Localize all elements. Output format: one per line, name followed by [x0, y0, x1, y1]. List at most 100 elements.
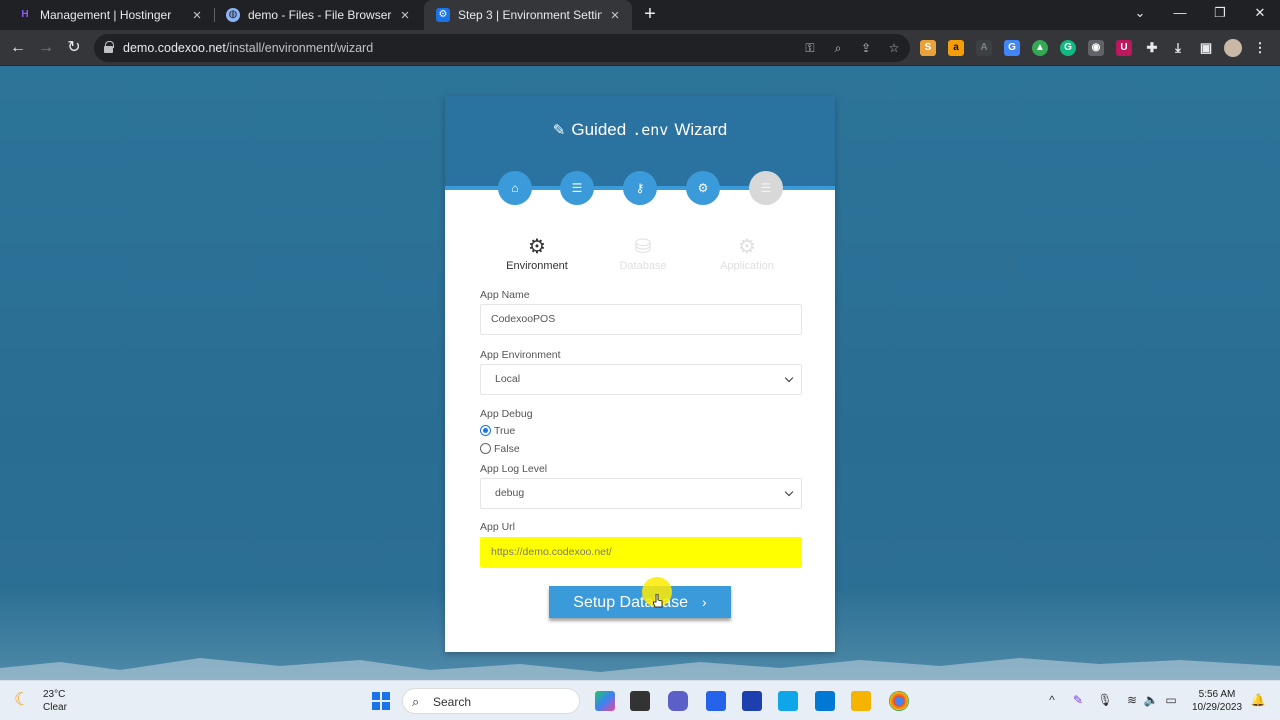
tab-title: Step 3 | Environment Settings | C	[458, 8, 602, 22]
app-log-level-label: App Log Level	[480, 463, 548, 475]
home-icon: ⌂	[511, 181, 519, 195]
windows-start-icon[interactable]	[371, 691, 391, 711]
translate-icon[interactable]: G	[1004, 40, 1020, 56]
step-home[interactable]: ⌂	[498, 171, 532, 205]
forward-icon[interactable]: →	[36, 38, 56, 58]
step-final[interactable]: ☰	[749, 171, 783, 205]
app-url-input[interactable]: https://demo.codexoo.net/	[480, 537, 802, 568]
side-panel-icon[interactable]: ▣	[1198, 40, 1214, 56]
debug-true-radio[interactable]: True	[480, 424, 516, 437]
tab-hostinger[interactable]: H Management | Hostinger ×	[6, 0, 214, 30]
temperature: 23°C	[43, 689, 66, 700]
notepad-icon[interactable]	[706, 691, 726, 711]
puzzle-icon[interactable]: ✚	[1144, 40, 1160, 56]
new-tab-button[interactable]: +	[640, 4, 660, 24]
clock-date: 10/29/2023	[1191, 702, 1243, 713]
taskbar-search[interactable]: ⌕ Search	[402, 688, 580, 714]
gear-icon: ⚙	[436, 8, 450, 22]
grammar-icon[interactable]: G	[1060, 40, 1076, 56]
app-name-input[interactable]: CodexooPOS	[480, 304, 802, 335]
app-url-label: App Url	[480, 521, 516, 533]
battery-icon[interactable]: ▭	[1163, 693, 1179, 707]
camera-icon[interactable]: ◉	[1088, 40, 1104, 56]
extension-sq-icon[interactable]: S	[920, 40, 936, 56]
tab-application[interactable]: ⚙ Application	[697, 234, 797, 272]
amazon-icon[interactable]: a	[948, 40, 964, 56]
weather-widget[interactable]: 23°C Clear	[43, 688, 67, 714]
hand-cursor-icon	[653, 594, 663, 608]
file-explorer-icon[interactable]	[851, 691, 871, 711]
tab-file-browser[interactable]: ◍ demo - Files - File Browser ×	[214, 0, 422, 30]
tab-environment-settings[interactable]: ⚙ Step 3 | Environment Settings | C ×	[424, 0, 632, 30]
copilot-icon[interactable]	[595, 691, 615, 711]
close-icon[interactable]: ×	[190, 7, 204, 24]
lock-icon	[104, 41, 114, 53]
wizard-card: ✎ Guided .env Wizard ⌂ ☰ ⚷ ⚙ ☰ ⚙ Environmen…	[445, 96, 835, 652]
app-log-level-select[interactable]: debug	[480, 478, 802, 509]
step-permissions[interactable]: ⚷	[623, 171, 657, 205]
radio-label: False	[494, 443, 520, 455]
extension-green-icon[interactable]: ▲	[1032, 40, 1048, 56]
task-view-icon[interactable]	[630, 691, 650, 711]
wifi-icon[interactable]: ≋	[1124, 693, 1140, 707]
close-window-icon[interactable]: ✕	[1250, 5, 1270, 21]
chevron-up-icon[interactable]: ^	[1044, 693, 1060, 707]
step-requirements[interactable]: ☰	[560, 171, 594, 205]
app-environment-label: App Environment	[480, 349, 561, 361]
tab-database[interactable]: ⛁ Database	[593, 234, 693, 272]
tab-label: Database	[619, 260, 667, 272]
close-icon[interactable]: ×	[608, 7, 622, 24]
download-icon[interactable]: ⤓	[1170, 40, 1186, 56]
notification-bell-icon[interactable]: 🔔	[1250, 693, 1266, 707]
search-icon: ⌕	[412, 694, 420, 709]
mail-icon[interactable]	[815, 691, 835, 711]
radio-unchecked[interactable]	[480, 442, 491, 454]
tab-search-icon[interactable]: ⌄	[1130, 5, 1150, 21]
avatar[interactable]	[1224, 39, 1242, 57]
taskbar-clock[interactable]: 5:56 AM 10/29/2023	[1187, 688, 1247, 714]
tab-environment[interactable]: ⚙ Environment	[487, 234, 587, 272]
radio-checked[interactable]	[480, 424, 491, 436]
extension-dim-icon[interactable]: A	[976, 40, 992, 56]
wizard-title: ✎ Guided .env Wizard	[552, 120, 728, 139]
taskbar: ☾ 23°C Clear ⌕ Search ^ ✎ 🎙 ≋ 🔈 ▭ 5:56 A…	[0, 680, 1280, 720]
setup-database-button[interactable]: Setup Database ›	[549, 586, 731, 618]
url-text: demo.codexoo.net/install/environment/wiz…	[123, 41, 374, 55]
radio-label: True	[494, 425, 516, 437]
back-icon[interactable]: ←	[8, 38, 28, 58]
app-debug-label: App Debug	[480, 408, 533, 420]
chevron-right-icon: ›	[702, 594, 707, 610]
tab-title: demo - Files - File Browser	[248, 8, 392, 22]
maximize-icon[interactable]: ❐	[1210, 5, 1230, 21]
zoom-icon[interactable]: ⌕	[830, 40, 846, 56]
debug-false-radio[interactable]: False	[480, 442, 520, 455]
menu-icon[interactable]: ⋮	[1252, 40, 1268, 56]
address-bar[interactable]: demo.codexoo.net/install/environment/wiz…	[94, 34, 910, 62]
browser-tab-bar: H Management | Hostinger × ◍ demo - File…	[0, 0, 1280, 30]
close-icon[interactable]: ×	[398, 7, 412, 24]
server-icon: ☰	[760, 181, 772, 195]
chrome-icon[interactable]	[889, 691, 909, 711]
store-icon[interactable]	[742, 691, 762, 711]
clock-time: 5:56 AM	[1198, 689, 1236, 700]
tab-label: Application	[720, 260, 774, 272]
minimize-icon[interactable]: —	[1170, 5, 1190, 20]
speaker-icon[interactable]: 🔈	[1143, 693, 1159, 707]
extension-pink-icon[interactable]: U	[1116, 40, 1132, 56]
share-icon[interactable]: ⇪	[858, 40, 874, 56]
bookmark-star-icon[interactable]: ☆	[886, 40, 902, 56]
gears-icon: ⚙	[738, 236, 756, 258]
pen-icon[interactable]: ✎	[1070, 693, 1086, 707]
app-name-label: App Name	[480, 289, 530, 301]
microphone-icon[interactable]: 🎙	[1097, 693, 1113, 707]
step-environment[interactable]: ⚙	[686, 171, 720, 205]
tab-title: Management | Hostinger	[40, 8, 172, 22]
app-icon[interactable]	[778, 691, 798, 711]
teams-icon[interactable]	[668, 691, 688, 711]
moon-weather-icon: ☾	[14, 689, 31, 709]
app-environment-select[interactable]: Local	[480, 364, 802, 395]
gear-icon: ⚙	[528, 236, 546, 258]
reload-icon[interactable]: ↻	[64, 38, 84, 58]
browser-toolbar: ← → ↻ demo.codexoo.net/install/environme…	[0, 30, 1280, 66]
key-icon[interactable]: ⚿	[802, 40, 818, 56]
